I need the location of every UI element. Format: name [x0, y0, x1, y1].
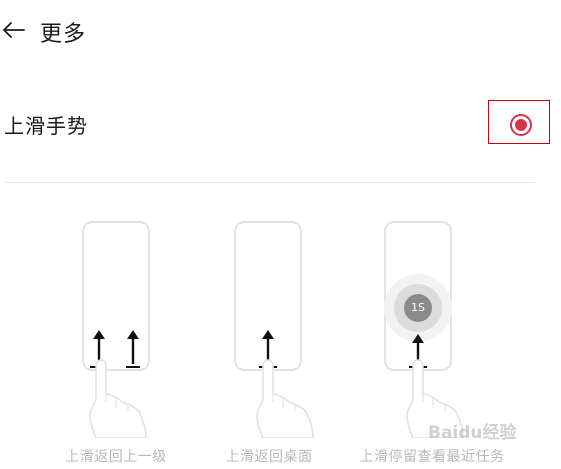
radio-dot	[515, 119, 527, 131]
back-button[interactable]	[0, 12, 34, 52]
radio-button-selected[interactable]	[510, 114, 532, 136]
baidu-watermark: Baidu经验	[428, 418, 558, 448]
watermark-text: Baidu经验	[428, 423, 517, 443]
arrow-left-icon	[3, 22, 25, 42]
gesture-caption: 上滑停留查看最近任务	[359, 449, 505, 465]
gesture-option-home: 上滑返回桌面	[179, 218, 359, 468]
page: 更多 上滑手势 上滑返回上一级 上滑返回桌面 1S 上滑停留查看最近任务 Bai…	[0, 0, 561, 469]
divider	[4, 182, 534, 183]
gesture-caption: 上滑返回桌面	[225, 449, 313, 465]
header: 更多	[0, 12, 86, 52]
page-title: 更多	[40, 22, 87, 47]
timer-badge: 1S	[411, 301, 425, 314]
setting-row-swipe-up-gesture[interactable]: 上滑手势	[0, 96, 561, 154]
setting-label: 上滑手势	[4, 114, 88, 138]
